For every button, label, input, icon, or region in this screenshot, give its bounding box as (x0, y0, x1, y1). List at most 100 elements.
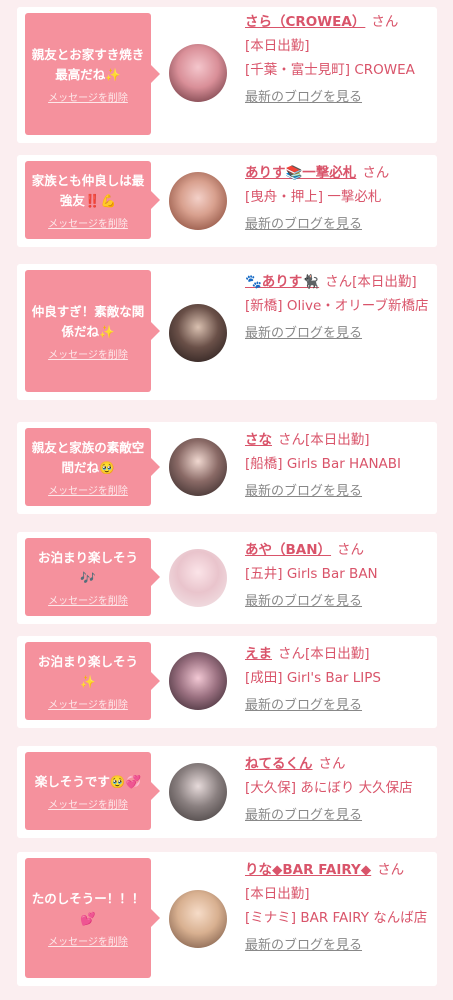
message-text: たのしそうー！！！💕 (31, 890, 145, 926)
message-card: 親友と家族の素敵空間だね🥹 メッセージを削除 さな さん[本日出勤] [船橋] G… (17, 422, 437, 514)
message-text: お泊まり楽しそう✨ (37, 653, 138, 689)
shop-info: [曳舟・押上] 一撃必札 (245, 185, 433, 209)
cast-info: えま さん[本日出勤] [成田] Girl's Bar LIPS 最新のブログを見… (245, 642, 433, 718)
message-bubble: お泊まり楽しそう✨ メッセージを削除 (25, 642, 160, 720)
cast-name-link[interactable]: あや（BAN） (245, 542, 331, 558)
work-status: [本日出勤] (305, 432, 370, 448)
cast-name-link[interactable]: ねてるくん (245, 756, 313, 772)
shop-name: Girls Bar HANABI (286, 456, 402, 472)
message-bubble: 楽しそうです🥹💞 メッセージを削除 (25, 752, 160, 830)
shop-area: [大久保] (245, 780, 297, 796)
message-bubble: 家族とも仲良しは最強友‼️💪 メッセージを削除 (25, 161, 160, 239)
delete-message-button[interactable]: メッセージを削除 (48, 215, 128, 230)
latest-blog-link[interactable]: 最新のブログを見る (245, 804, 362, 828)
work-status: [本日出勤] (352, 274, 417, 290)
shop-name: Olive・オリーブ新橋店 (286, 298, 429, 314)
latest-blog-link[interactable]: 最新のブログを見る (245, 934, 362, 958)
latest-blog-link[interactable]: 最新のブログを見る (245, 213, 362, 237)
avatar[interactable] (169, 304, 227, 362)
message-bubble: 親友と家族の素敵空間だね🥹 メッセージを削除 (25, 428, 160, 506)
shop-area: [ミナミ] (245, 910, 297, 926)
honorific: さん (371, 14, 399, 30)
honorific: さん (325, 274, 353, 290)
shop-name: 一撃必札 (327, 189, 382, 205)
message-card: 家族とも仲良しは最強友‼️💪 メッセージを削除 ありす📚一撃必札 さん [曳舟・押… (17, 155, 437, 247)
message-text: 家族とも仲良しは最強友‼️💪 (31, 172, 145, 208)
message-text: 仲良すぎ！素敵な関係だね✨ (31, 303, 145, 339)
delete-message-button[interactable]: メッセージを削除 (48, 89, 128, 104)
avatar[interactable] (169, 172, 227, 230)
honorific: さん (278, 646, 305, 662)
delete-message-button[interactable]: メッセージを削除 (48, 592, 128, 607)
shop-name: Girls Bar BAN (286, 566, 378, 582)
cast-name-link[interactable]: えま (245, 646, 272, 662)
message-list: 親友とお家すき焼き最高だね✨ メッセージを削除 さら（CROWEA） さん [本日… (0, 0, 453, 1000)
shop-info: [ミナミ] BAR FAIRY なんば店 (245, 906, 433, 930)
shop-area: [五井] (245, 566, 283, 582)
cast-info: ねてるくん さん [大久保] あにぼり 大久保店 最新のブログを見る (245, 752, 433, 828)
honorific: さん (318, 756, 346, 772)
cast-name-link[interactable]: ありす📚一撃必札 (245, 165, 356, 181)
message-card: お泊まり楽しそう🎶 メッセージを削除 あや（BAN） さん [五井] Girls … (17, 532, 437, 624)
message-card: お泊まり楽しそう✨ メッセージを削除 えま さん[本日出勤] [成田] Girl'… (17, 636, 437, 728)
shop-area: [曳舟・押上] (245, 189, 324, 205)
message-text: 親友とお家すき焼き最高だね✨ (31, 46, 145, 82)
cast-name-link[interactable]: さら（CROWEA） (245, 14, 365, 30)
cast-info: さら（CROWEA） さん [本日出勤] [千葉・富士見町] CROWEA 最新の… (245, 10, 433, 110)
cast-name-link[interactable]: 🐾ありす🐈‍⬛ (245, 274, 319, 290)
avatar[interactable] (169, 44, 227, 102)
cast-info: 🐾ありす🐈‍⬛ さん[本日出勤] [新橋] Olive・オリーブ新橋店 最新のブロ… (245, 270, 433, 346)
shop-name: あにぼり 大久保店 (300, 780, 413, 796)
honorific: さん (377, 862, 405, 878)
latest-blog-link[interactable]: 最新のブログを見る (245, 480, 362, 504)
message-bubble: お泊まり楽しそう🎶 メッセージを削除 (25, 538, 160, 616)
shop-area: [新橋] (245, 298, 283, 314)
honorific: さん (278, 432, 305, 448)
avatar[interactable] (169, 438, 227, 496)
shop-area: [船橋] (245, 456, 283, 472)
shop-info: [船橋] Girls Bar HANABI (245, 452, 433, 476)
cast-name-link[interactable]: りな◆BAR FAIRY◆ (245, 862, 371, 878)
latest-blog-link[interactable]: 最新のブログを見る (245, 590, 362, 614)
shop-info: [新橋] Olive・オリーブ新橋店 (245, 294, 433, 318)
shop-info: [成田] Girl's Bar LIPS (245, 666, 433, 690)
message-text: 親友と家族の素敵空間だね🥹 (31, 439, 145, 475)
cast-info: ありす📚一撃必札 さん [曳舟・押上] 一撃必札 最新のブログを見る (245, 161, 433, 237)
message-text: お泊まり楽しそう🎶 (37, 549, 138, 585)
message-bubble: 仲良すぎ！素敵な関係だね✨ メッセージを削除 (25, 270, 160, 392)
avatar[interactable] (169, 890, 227, 948)
cast-name-link[interactable]: さな (245, 432, 272, 448)
shop-info: [千葉・富士見町] CROWEA (245, 58, 433, 82)
shop-area: [成田] (245, 670, 283, 686)
work-status: [本日出勤] (245, 886, 310, 902)
message-text: 楽しそうです🥹💞 (34, 773, 142, 789)
work-status: [本日出勤] (245, 38, 310, 54)
message-bubble: たのしそうー！！！💕 メッセージを削除 (25, 858, 160, 978)
cast-info: りな◆BAR FAIRY◆ さん [本日出勤] [ミナミ] BAR FAIRY な… (245, 858, 433, 958)
cast-info: さな さん[本日出勤] [船橋] Girls Bar HANABI 最新のブログを… (245, 428, 433, 504)
shop-name: BAR FAIRY なんば店 (300, 910, 428, 926)
message-card: たのしそうー！！！💕 メッセージを削除 りな◆BAR FAIRY◆ さん [本日出… (17, 852, 437, 986)
avatar[interactable] (169, 763, 227, 821)
honorific: さん (337, 542, 365, 558)
message-card: 親友とお家すき焼き最高だね✨ メッセージを削除 さら（CROWEA） さん [本日… (17, 7, 437, 143)
cast-info: あや（BAN） さん [五井] Girls Bar BAN 最新のブログを見る (245, 538, 433, 614)
shop-area: [千葉・富士見町] (245, 62, 351, 78)
shop-info: [大久保] あにぼり 大久保店 (245, 776, 433, 800)
latest-blog-link[interactable]: 最新のブログを見る (245, 86, 362, 110)
avatar[interactable] (169, 652, 227, 710)
avatar[interactable] (169, 549, 227, 607)
latest-blog-link[interactable]: 最新のブログを見る (245, 694, 362, 718)
delete-message-button[interactable]: メッセージを削除 (48, 796, 128, 811)
message-bubble: 親友とお家すき焼き最高だね✨ メッセージを削除 (25, 13, 160, 135)
shop-info: [五井] Girls Bar BAN (245, 562, 433, 586)
latest-blog-link[interactable]: 最新のブログを見る (245, 322, 362, 346)
honorific: さん (362, 165, 390, 181)
shop-name: Girl's Bar LIPS (286, 670, 381, 686)
delete-message-button[interactable]: メッセージを削除 (48, 696, 128, 711)
message-card: 楽しそうです🥹💞 メッセージを削除 ねてるくん さん [大久保] あにぼり 大久保… (17, 746, 437, 838)
delete-message-button[interactable]: メッセージを削除 (48, 346, 128, 361)
delete-message-button[interactable]: メッセージを削除 (48, 933, 128, 948)
message-card: 仲良すぎ！素敵な関係だね✨ メッセージを削除 🐾ありす🐈‍⬛ さん[本日出勤] [… (17, 264, 437, 400)
delete-message-button[interactable]: メッセージを削除 (48, 482, 128, 497)
